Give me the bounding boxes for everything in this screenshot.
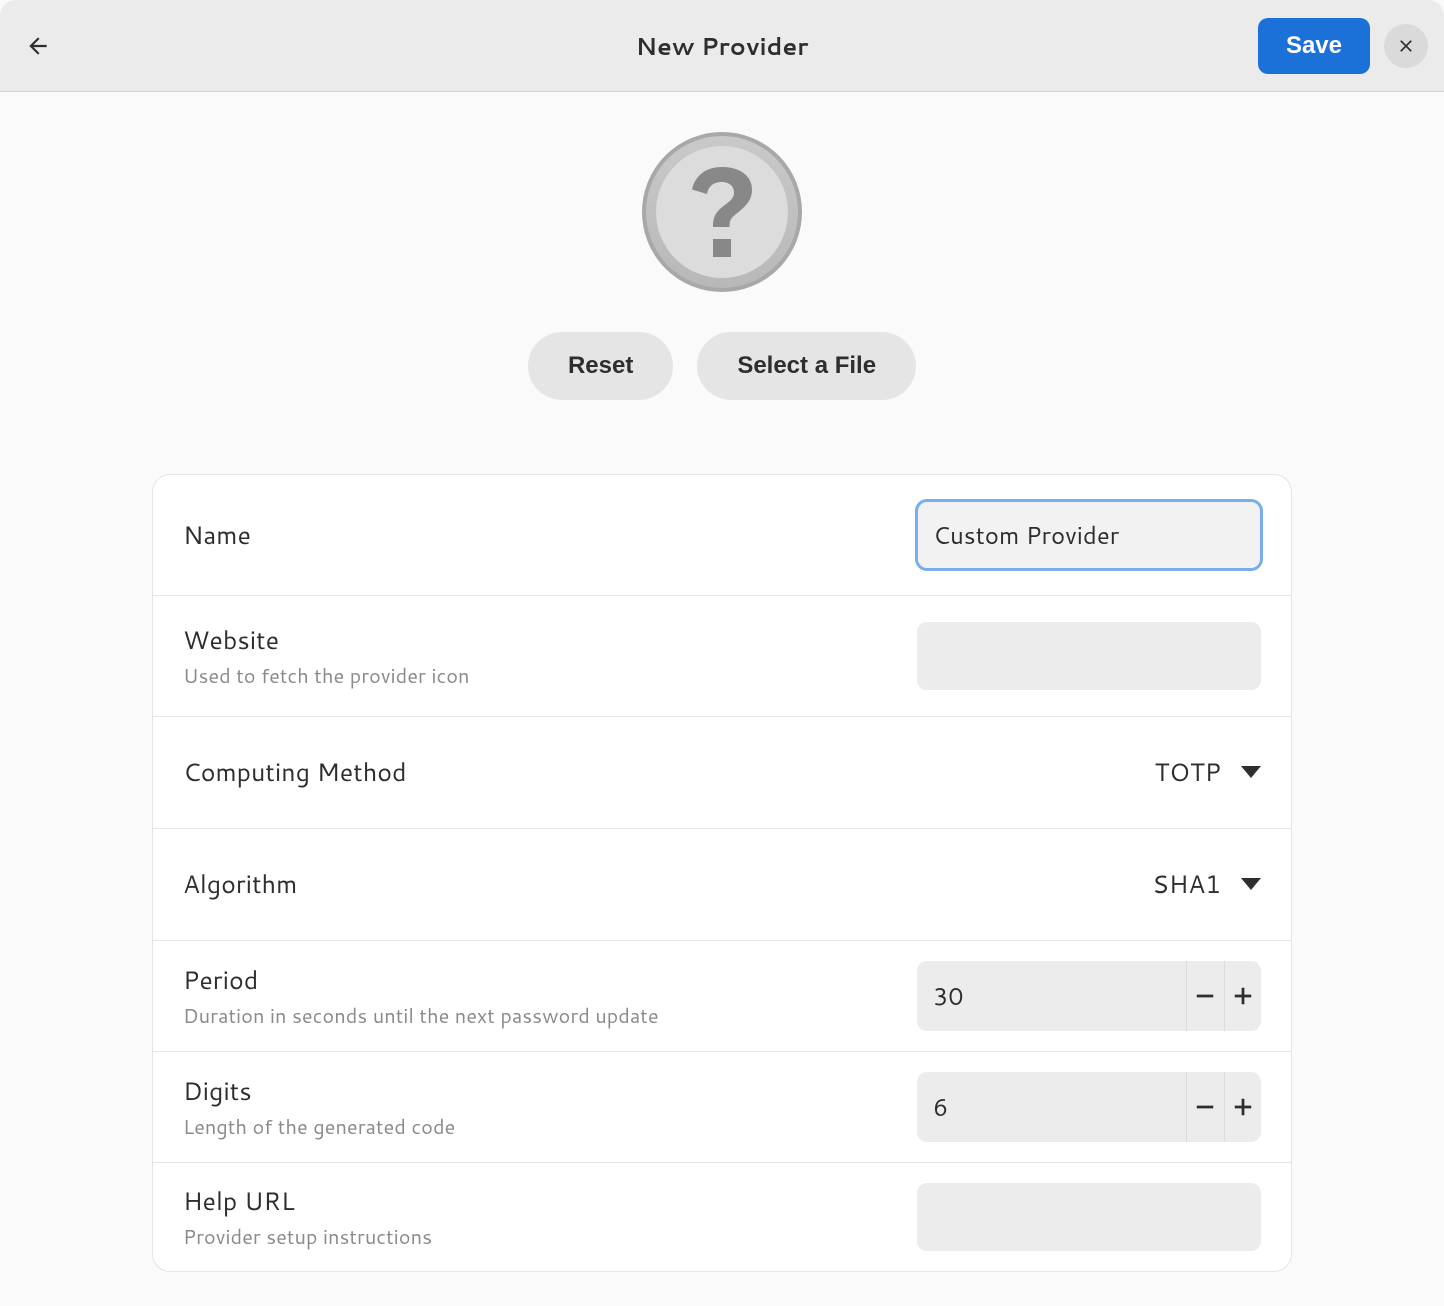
period-label: Period [183,963,659,998]
icon-buttons: Reset Select a File [528,332,916,400]
page-title: New Provider [636,29,809,63]
plus-icon [1232,1096,1254,1118]
website-input[interactable] [917,622,1261,690]
name-input[interactable] [917,501,1261,569]
digits-subtitle: Length of the generated code [183,1113,455,1141]
content-area: Reset Select a File Name Website Used to… [0,92,1444,1306]
digits-plus-button[interactable] [1224,1072,1262,1142]
plus-icon [1232,985,1254,1007]
select-file-button[interactable]: Select a File [697,332,916,400]
row-website: Website Used to fetch the provider icon [153,596,1291,717]
window: New Provider Save Reset Select a File [0,0,1444,1306]
provider-icon-placeholder[interactable] [642,132,802,292]
close-button[interactable] [1384,24,1428,68]
question-mark-icon [687,167,757,257]
help-url-label: Help URL [183,1184,432,1219]
close-icon [1396,36,1416,56]
form-card: Name Website Used to fetch the provider … [152,474,1292,1272]
algorithm-label: Algorithm [183,867,297,902]
period-stepper [917,961,1261,1031]
headerbar: New Provider Save [0,0,1444,92]
row-help-url: Help URL Provider setup instructions [153,1163,1291,1271]
row-name: Name [153,475,1291,596]
digits-stepper [917,1072,1261,1142]
save-button[interactable]: Save [1258,18,1370,74]
icon-area: Reset Select a File [0,132,1444,400]
digits-input[interactable] [917,1072,1186,1142]
period-minus-button[interactable] [1186,961,1224,1031]
period-subtitle: Duration in seconds until the next passw… [183,1002,659,1030]
arrow-left-icon [25,33,51,59]
row-computing-method[interactable]: Computing Method TOTP [153,717,1291,829]
reset-button[interactable]: Reset [528,332,673,400]
computing-method-label: Computing Method [183,755,407,790]
name-label: Name [183,518,251,553]
row-period: Period Duration in seconds until the nex… [153,941,1291,1052]
chevron-down-icon [1241,878,1261,892]
algorithm-value: SHA1 [1152,867,1221,902]
website-subtitle: Used to fetch the provider icon [183,662,470,690]
computing-method-value: TOTP [1155,755,1221,790]
row-algorithm[interactable]: Algorithm SHA1 [153,829,1291,941]
digits-label: Digits [183,1074,455,1109]
period-plus-button[interactable] [1224,961,1262,1031]
minus-icon [1194,1096,1216,1118]
digits-minus-button[interactable] [1186,1072,1224,1142]
website-label: Website [183,623,470,658]
period-input[interactable] [917,961,1186,1031]
chevron-down-icon [1241,766,1261,780]
row-digits: Digits Length of the generated code [153,1052,1291,1163]
back-button[interactable] [16,24,60,68]
algorithm-dropdown[interactable]: SHA1 [1152,867,1261,902]
computing-method-dropdown[interactable]: TOTP [1155,755,1261,790]
minus-icon [1194,985,1216,1007]
help-url-subtitle: Provider setup instructions [183,1223,432,1251]
help-url-input[interactable] [917,1183,1261,1251]
